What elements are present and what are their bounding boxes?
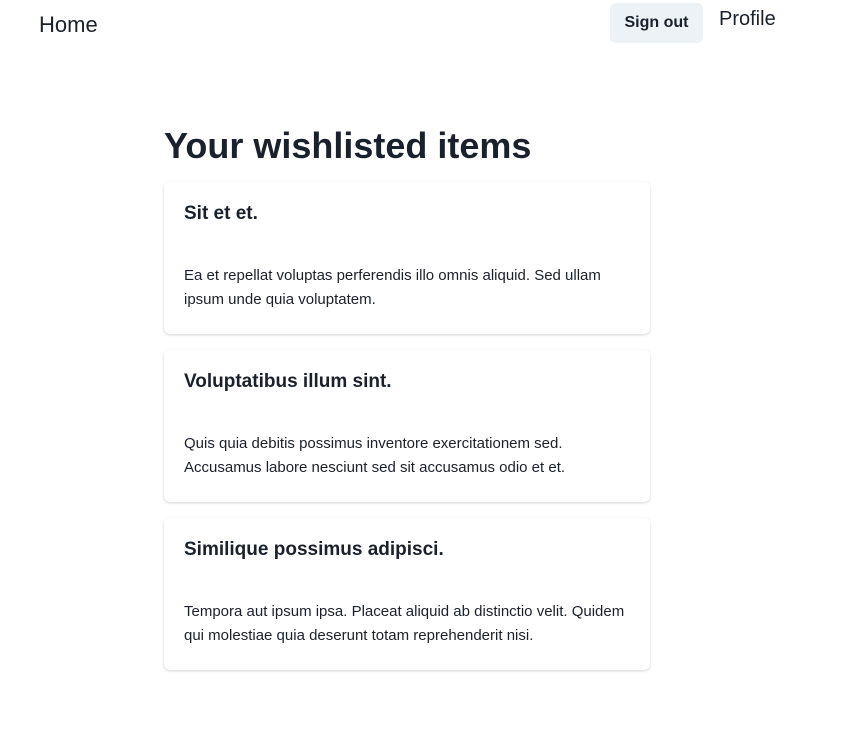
item-title: Similique possimus adipisci. (184, 539, 444, 560)
wishlist-section: Your wishlisted items Sit et et. Ea et r… (164, 124, 650, 686)
wishlist-item-card: Sit et et. Ea et repellat voluptas perfe… (164, 182, 650, 334)
item-description: Quis quia debitis possimus inventore exe… (184, 435, 566, 476)
home-link[interactable]: Home (39, 11, 98, 39)
item-title: Voluptatibus illum sint. (184, 371, 392, 392)
item-description: Tempora aut ipsum ipsa. Placeat aliquid … (184, 603, 625, 644)
sign-out-button[interactable]: Sign out (610, 3, 703, 43)
profile-link[interactable]: Profile (719, 6, 776, 32)
item-title: Sit et et. (184, 203, 258, 224)
wishlist-item-card: Similique possimus adipisci. Tempora aut… (164, 518, 650, 670)
wishlist-item-card: Voluptatibus illum sint. Quis quia debit… (164, 350, 650, 502)
page-title: Your wishlisted items (164, 125, 532, 166)
page: Home Sign out Profile Your wishlisted it… (0, 0, 861, 730)
item-description: Ea et repellat voluptas perferendis illo… (184, 267, 601, 308)
